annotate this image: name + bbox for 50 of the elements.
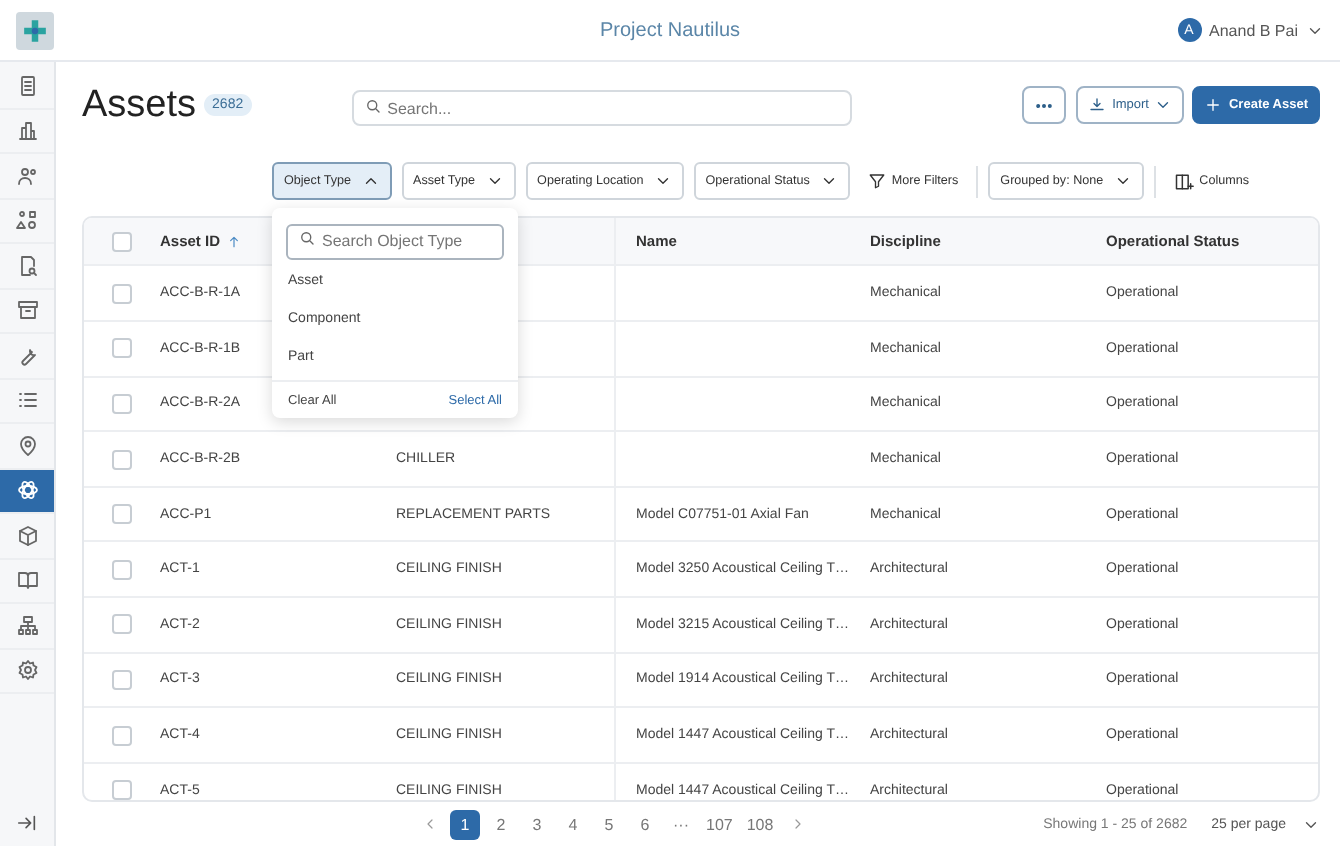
page-button[interactable]: 4 [558,809,588,840]
object-type-search-field[interactable]: Search Object Type [286,223,504,259]
page-title: Assets [82,83,197,128]
location-pin-icon [15,433,39,458]
search-icon [298,229,316,247]
row-checkbox[interactable] [112,504,132,525]
row-checkbox[interactable] [112,669,132,690]
page-button[interactable]: 107 [702,809,737,840]
row-checkbox[interactable] [112,283,132,304]
row-checkbox[interactable] [112,338,132,359]
select-all-checkbox[interactable] [112,231,132,252]
row-checkbox[interactable] [112,449,132,470]
wrench-icon [15,343,39,368]
row-checkbox[interactable] [112,780,132,801]
sidebar-item[interactable] [0,469,54,514]
collapse-arrow-icon [16,811,38,833]
row-checkbox[interactable] [112,393,132,414]
archive-icon [15,298,39,323]
building-icon [15,118,39,143]
cube-icon [15,523,39,548]
search-icon [363,96,382,115]
more-button[interactable] [1022,86,1067,125]
search-field[interactable]: Search... [351,90,852,127]
shapes-icon [15,208,39,233]
filter-icon [867,172,886,191]
row-checkbox[interactable] [112,559,132,580]
row-checkbox[interactable] [112,614,132,635]
plus-icon [1204,96,1223,115]
sort-up-icon [226,233,243,250]
settings-icon [15,658,39,683]
chevron-left-icon [422,816,438,833]
page-button[interactable]: 6 [630,809,660,840]
columns-icon [1173,171,1194,192]
page-button[interactable]: ··· [666,809,696,840]
hierarchy-icon [15,613,39,638]
list-icon [15,388,39,413]
document-icon [15,73,39,98]
project-title: Project Nautilus [599,19,741,41]
page-button[interactable]: 1 [450,809,480,840]
logo-icon[interactable] [16,11,54,49]
document-search-icon [15,253,39,278]
page-button[interactable]: 3 [522,809,552,840]
row-checkbox[interactable] [112,725,132,746]
page-button[interactable]: 108 [742,809,778,840]
book-icon [15,568,39,593]
people-icon [15,163,39,188]
download-icon [1088,96,1107,115]
page-button[interactable]: 2 [486,809,516,840]
atom-icon [15,478,39,503]
page-button[interactable]: 5 [594,809,624,840]
